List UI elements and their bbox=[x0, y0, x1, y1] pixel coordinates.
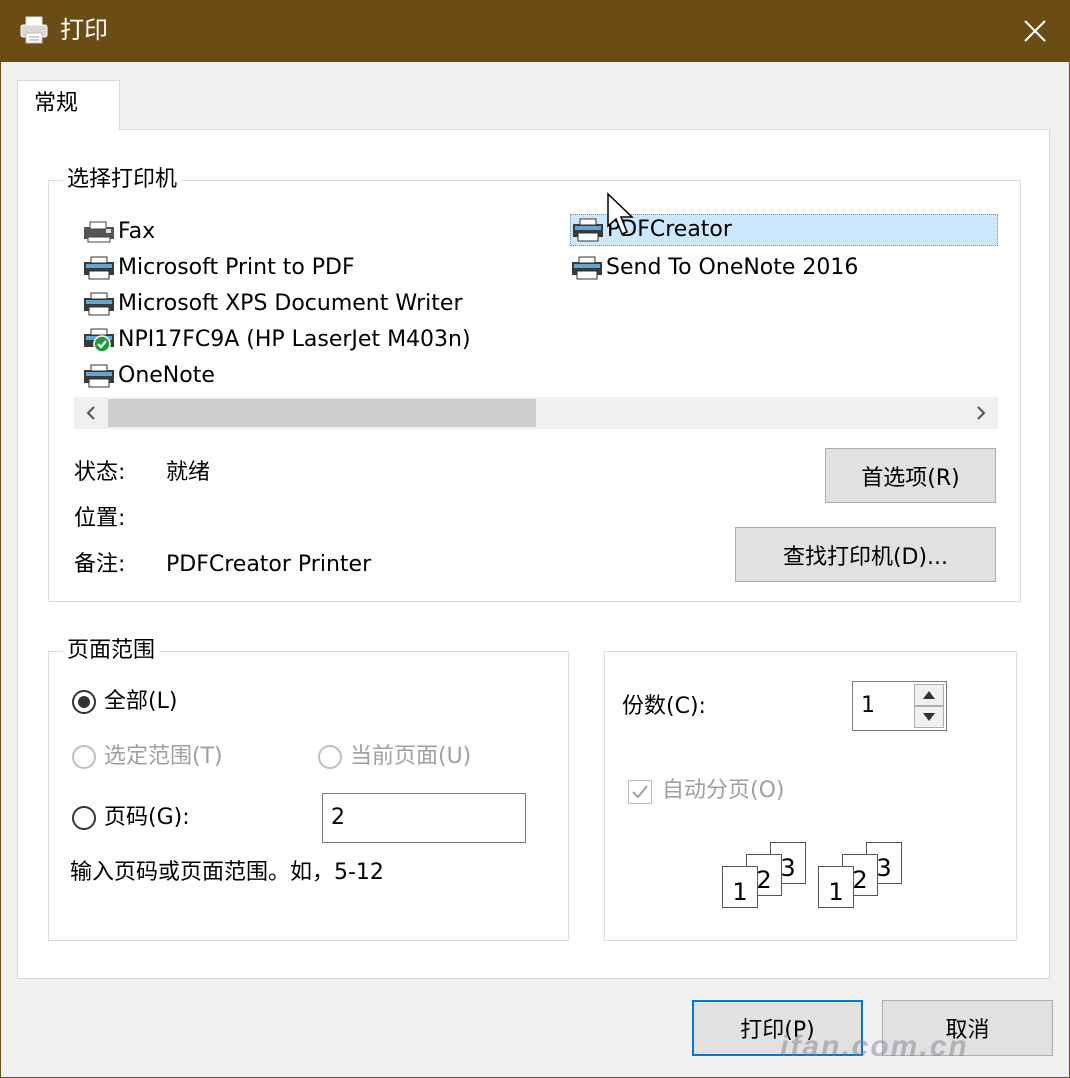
status-label: 状态: bbox=[74, 460, 126, 485]
watermark: ifan.com.cn bbox=[780, 1030, 969, 1063]
printer-label: Microsoft Print to PDF bbox=[118, 255, 355, 280]
comment-label: 备注: bbox=[74, 552, 126, 577]
pages-input[interactable]: 2 bbox=[322, 793, 526, 843]
printer-default-icon bbox=[84, 328, 114, 353]
radio-current-page-label[interactable]: 当前页面(U) bbox=[350, 742, 471, 772]
collate-checkbox[interactable] bbox=[628, 780, 652, 804]
chevron-down-icon bbox=[923, 713, 935, 721]
collate-page: 1 bbox=[722, 866, 758, 908]
find-printer-button[interactable]: 查找打印机(D)... bbox=[735, 527, 996, 582]
radio-pages-label[interactable]: 页码(G): bbox=[104, 803, 190, 833]
radio-pages[interactable] bbox=[72, 806, 96, 830]
radio-all[interactable] bbox=[72, 690, 96, 714]
printer-icon bbox=[573, 218, 603, 242]
printer-label: Send To OneNote 2016 bbox=[606, 255, 859, 280]
printer-item-send-to-onenote-2016[interactable]: Send To OneNote 2016 bbox=[570, 252, 858, 284]
copies-spin-up[interactable] bbox=[914, 684, 944, 706]
copies-spin-down[interactable] bbox=[914, 706, 944, 728]
printer-item-npi17fc9a[interactable]: NPI17FC9A (HP LaserJet M403n) bbox=[82, 324, 471, 356]
page-range-title: 页面范围 bbox=[63, 637, 160, 665]
collate-label[interactable]: 自动分页(O) bbox=[662, 776, 784, 806]
page-range-hint: 输入页码或页面范围。如，5-12 bbox=[70, 860, 384, 885]
printer-label: NPI17FC9A (HP LaserJet M403n) bbox=[118, 327, 471, 352]
chevron-up-icon bbox=[923, 691, 935, 699]
printer-icon bbox=[84, 256, 114, 280]
title-bar: 打印 bbox=[0, 0, 1070, 62]
printer-label: Microsoft XPS Document Writer bbox=[118, 291, 463, 316]
close-icon bbox=[1024, 20, 1046, 42]
radio-current-page[interactable] bbox=[318, 745, 342, 769]
preferences-button[interactable]: 首选项(R) bbox=[825, 448, 996, 503]
printer-item-microsoft-xps-document-writer[interactable]: Microsoft XPS Document Writer bbox=[82, 288, 463, 320]
close-button[interactable] bbox=[1000, 0, 1070, 62]
printer-icon bbox=[20, 16, 48, 44]
printer-item-microsoft-print-to-pdf[interactable]: Microsoft Print to PDF bbox=[82, 252, 355, 284]
status-value: 就绪 bbox=[166, 460, 211, 485]
scrollbar-thumb[interactable] bbox=[108, 399, 536, 427]
window-title: 打印 bbox=[60, 16, 108, 44]
radio-selection-label[interactable]: 选定范围(T) bbox=[104, 742, 223, 772]
radio-all-label[interactable]: 全部(L) bbox=[104, 687, 177, 717]
radio-selection[interactable] bbox=[72, 745, 96, 769]
checkmark-icon bbox=[632, 785, 648, 799]
printer-label: PDFCreator bbox=[607, 217, 732, 242]
scroll-right-icon[interactable] bbox=[964, 397, 998, 429]
printer-group-title: 选择打印机 bbox=[63, 166, 182, 194]
scroll-left-icon[interactable] bbox=[74, 397, 108, 429]
location-label: 位置: bbox=[74, 506, 126, 531]
fax-icon bbox=[84, 221, 114, 243]
tab-general[interactable]: 常规 bbox=[17, 80, 120, 131]
printer-item-pdfcreator[interactable]: PDFCreator bbox=[570, 214, 998, 246]
printer-icon bbox=[572, 256, 602, 280]
printer-item-onenote[interactable]: OneNote bbox=[82, 360, 215, 392]
printer-label: Fax bbox=[118, 219, 156, 244]
printer-label: OneNote bbox=[118, 363, 215, 388]
printer-icon bbox=[84, 292, 114, 316]
copies-label: 份数(C): bbox=[622, 694, 706, 719]
printer-icon bbox=[84, 364, 114, 388]
comment-value: PDFCreator Printer bbox=[166, 552, 372, 577]
printer-item-fax[interactable]: Fax bbox=[82, 216, 155, 248]
printer-list-scrollbar[interactable] bbox=[74, 397, 998, 429]
collate-page: 1 bbox=[818, 866, 854, 908]
